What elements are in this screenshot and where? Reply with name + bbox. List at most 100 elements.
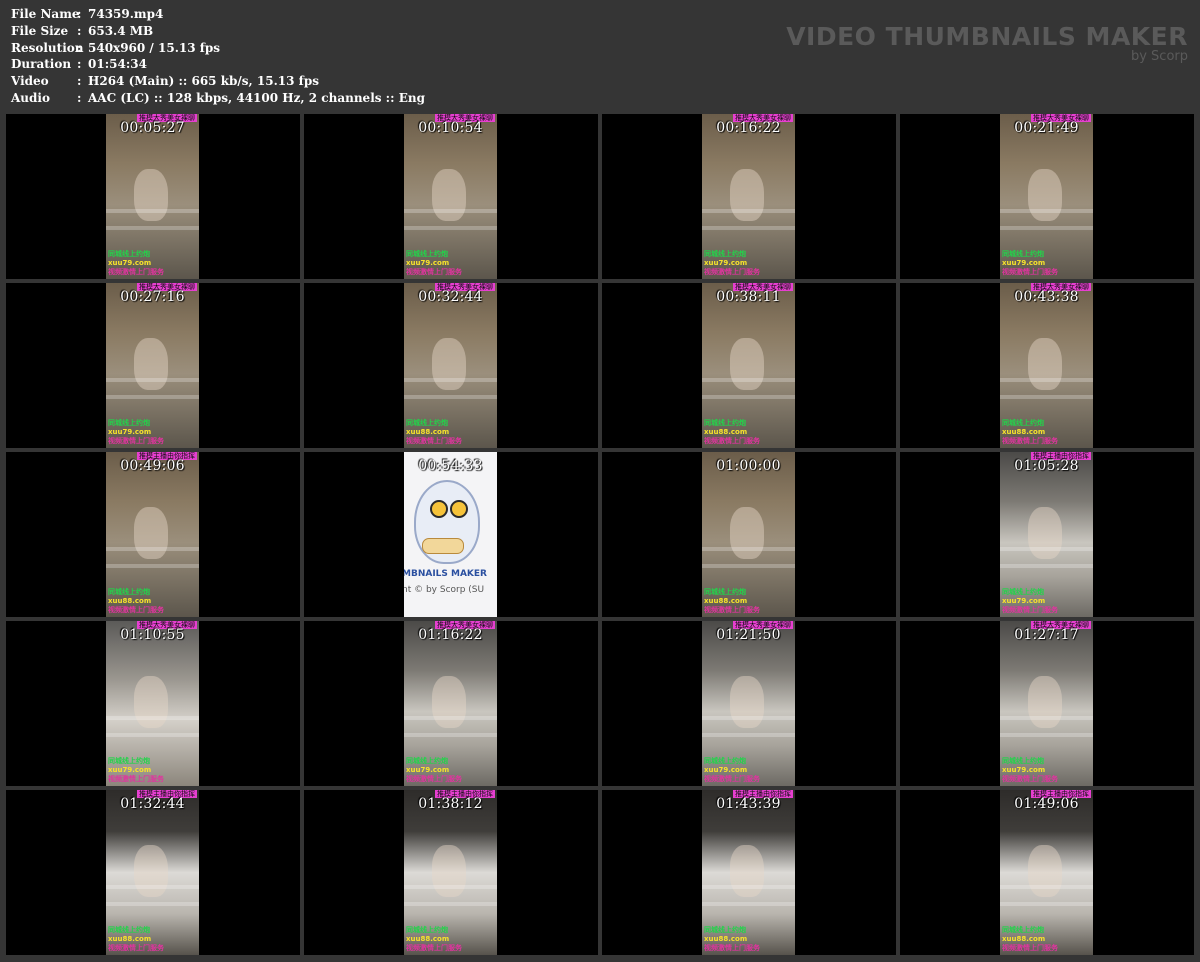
overlay-line-3: 视频激情上门服务: [406, 268, 462, 276]
scene-line: [1000, 226, 1093, 230]
timestamp: 00:16:22: [716, 120, 781, 136]
thumbnail-cell[interactable]: 推模大秀美女裸聊 同城线上约炮 xuu79.com 视频激情上门服务 01:10:55: [6, 621, 300, 786]
video-frame: 推模主播由你指挥 同城线上约炮 xuu88.com 视频激情上门服务 00:49:06: [106, 452, 199, 617]
thumbnail-cell[interactable]: 推模主播由你指挥 同城线上约炮 xuu88.com 视频激情上门服务 00:49:06: [6, 452, 300, 617]
timestamp: 01:21:50: [716, 627, 781, 643]
thumbnail-cell[interactable]: 推模大秀美女裸聊 同城线上约炮 xuu79.com 视频激情上门服务 00:16:22: [602, 114, 896, 279]
scene-line: [106, 733, 199, 737]
scene-line: [702, 226, 795, 230]
info-row: Resolution:540x960 / 15.13 fps: [11, 40, 425, 57]
scene-figure: [134, 845, 168, 897]
thumbnail-cell[interactable]: 推模大秀美女裸聊 同城线上约炮 xuu88.com 视频激情上门服务 00:32:44: [304, 283, 598, 448]
scene-line: [106, 226, 199, 230]
scene-line: [1000, 564, 1093, 568]
thumbnail-cell[interactable]: 推模主播由你指挥 同城线上约炮 xuu88.com 视频激情上门服务 01:49:06: [900, 790, 1194, 955]
thumbnail-cell[interactable]: 推模主播由你指挥 同城线上约炮 xuu88.com 视频激情上门服务 01:43:39: [602, 790, 896, 955]
scene-line: [106, 564, 199, 568]
scene-line: [106, 209, 199, 213]
info-value: 540x960 / 15.13 fps: [88, 40, 221, 55]
scene-line: [106, 547, 199, 551]
overlay-line-3: 视频激情上门服务: [108, 606, 164, 614]
scene-line: [702, 209, 795, 213]
overlay-line-3: 视频激情上门服务: [108, 437, 164, 445]
video-frame: 推模大秀美女裸聊 同城线上约炮 xuu79.com 视频激情上门服务 01:27:17: [1000, 621, 1093, 786]
file-info-panel: File Name:74359.mp4 File Size:653.4 MB Res…: [11, 6, 425, 107]
timestamp: 00:32:44: [418, 289, 483, 305]
thumbnail-cell[interactable]: 推模大秀美女裸聊 同城线上约炮 xuu88.com 视频激情上门服务 00:43:38: [900, 283, 1194, 448]
video-frame: 推模主播由你指挥 同城线上约炮 xuu88.com 视频激情上门服务 01:32:44: [106, 790, 199, 955]
info-separator: :: [77, 90, 82, 105]
info-separator: :: [77, 23, 82, 38]
video-frame: 推模主播由你指挥 同城线上约炮 xuu88.com 视频激情上门服务 01:49:06: [1000, 790, 1093, 955]
scene-figure: [730, 169, 764, 221]
scene-figure: [1028, 169, 1062, 221]
info-label: Duration: [11, 57, 72, 72]
overlay-line-3: 视频激情上门服务: [704, 268, 760, 276]
scene-line: [404, 395, 497, 399]
scene-line: [1000, 378, 1093, 382]
overlay-line-3: 视频激情上门服务: [108, 944, 164, 952]
thumbnail-cell[interactable]: 推模大秀美女裸聊 同城线上约炮 xuu79.com 视频激情上门服务 01:16:22: [304, 621, 598, 786]
scene-figure: [1028, 338, 1062, 390]
overlay-line-3: 视频激情上门服务: [1002, 944, 1058, 952]
scene-line: [1000, 209, 1093, 213]
timestamp: 00:54:33: [418, 458, 483, 474]
overlay-line-3: 视频激情上门服务: [406, 775, 462, 783]
thumbnail-cell[interactable]: 推模大秀美女裸聊 同城线上约炮 xuu79.com 视频激情上门服务 00:27:16: [6, 283, 300, 448]
overlay-line-3: 视频激情上门服务: [108, 775, 164, 783]
thumbnail-cell[interactable]: 推模大秀美女裸聊 同城线上约炮 xuu79.com 视频激情上门服务 01:27:17: [900, 621, 1194, 786]
scene-line: [1000, 547, 1093, 551]
video-frame: 推模主播由你指挥 同城线上约炮 xuu88.com 视频激情上门服务 01:38:12: [404, 790, 497, 955]
info-label: File Size: [11, 23, 69, 38]
owl-eye: [450, 500, 468, 518]
brand-watermark: VIDEO THUMBNAILS MAKER by Scorp: [786, 22, 1188, 64]
overlay-line-3: 视频激情上门服务: [1002, 775, 1058, 783]
timestamp: 01:43:39: [716, 796, 781, 812]
overlay-url: xuu88.com: [704, 428, 748, 436]
thumbnail-cell[interactable]: 推模大秀美女裸聊 同城线上约炮 xuu79.com 视频激情上门服务 01:21:50: [602, 621, 896, 786]
overlay-url: xuu88.com: [1002, 935, 1046, 943]
scene-figure: [134, 507, 168, 559]
scene-line: [1000, 395, 1093, 399]
overlay-line-3: 视频激情上门服务: [704, 437, 760, 445]
timestamp: 01:38:12: [418, 796, 483, 812]
overlay-url: xuu88.com: [704, 597, 748, 605]
overlay-line-1: 同城线上约炮: [704, 250, 746, 258]
scene-line: [106, 716, 199, 720]
timestamp: 01:32:44: [120, 796, 185, 812]
overlay-line-3: 视频激情上门服务: [406, 437, 462, 445]
overlay-url: xuu88.com: [704, 935, 748, 943]
owl-eye: [430, 500, 448, 518]
thumbnail-cell[interactable]: 推模大秀美女裸聊 同城线上约炮 xuu79.com 视频激情上门服务 00:05:27: [6, 114, 300, 279]
info-row: Video: H264 (Main) :: 665 kb/s, 15.13 fps: [11, 73, 425, 90]
info-value: H264 (Main) :: 665 kb/s, 15.13 fps: [88, 74, 319, 89]
thumbnail-cell[interactable]: 推模大秀美女裸聊 同城线上约炮 xuu79.com 视频激情上门服务 00:10:54: [304, 114, 598, 279]
thumbnail-cell[interactable]: 推模主播由你指挥 同城线上约炮 xuu88.com 视频激情上门服务 01:32:44: [6, 790, 300, 955]
thumbnail-cell[interactable]: 推模大秀美女裸聊 同城线上约炮 xuu79.com 视频激情上门服务 00:21:49: [900, 114, 1194, 279]
owl-caption: MBNAILS MAKER: [404, 569, 487, 579]
overlay-line-1: 同城线上约炮: [108, 757, 150, 765]
scene-line: [1000, 716, 1093, 720]
timestamp: 01:10:55: [120, 627, 185, 643]
owl-credit: nt © by Scorp (SU: [404, 585, 485, 595]
thumbnail-grid: 推模大秀美女裸聊 同城线上约炮 xuu79.com 视频激情上门服务 00:05:27 推…: [6, 114, 1194, 955]
overlay-line-1: 同城线上约炮: [1002, 757, 1044, 765]
timestamp: 01:05:28: [1014, 458, 1079, 474]
thumbnail-cell[interactable]: MBNAILS MAKER nt © by Scorp (SU 00:54:33: [304, 452, 598, 617]
thumbnail-cell[interactable]: 推模大秀美女裸聊 同城线上约炮 xuu88.com 视频激情上门服务 00:38:11: [602, 283, 896, 448]
thumbnail-cell[interactable]: 推模主播由你指挥 同城线上约炮 xuu88.com 视频激情上门服务 01:38:12: [304, 790, 598, 955]
overlay-line-3: 视频激情上门服务: [108, 268, 164, 276]
info-row: Audio: AAC (LC) :: 128 kbps, 44100 Hz, 2 …: [11, 90, 425, 107]
thumbnail-cell[interactable]: 推模主播由你指挥 同城线上约炮 xuu79.com 视频激情上门服务 01:05:28: [900, 452, 1194, 617]
video-frame: 推模大秀美女裸聊 同城线上约炮 xuu79.com 视频激情上门服务 01:16:22: [404, 621, 497, 786]
scene-figure: [432, 845, 466, 897]
video-frame: 推模大秀美女裸聊 同城线上约炮 xuu88.com 视频激情上门服务 00:32:44: [404, 283, 497, 448]
overlay-line-1: 同城线上约炮: [1002, 250, 1044, 258]
info-separator: :: [77, 40, 82, 55]
overlay-url: xuu79.com: [108, 259, 152, 267]
overlay-line-1: 同城线上约炮: [704, 419, 746, 427]
timestamp: 00:27:16: [120, 289, 185, 305]
scene-line: [702, 885, 795, 889]
overlay-line-1: 同城线上约炮: [1002, 419, 1044, 427]
thumbnail-cell[interactable]: 同城线上约炮 xuu88.com 视频激情上门服务 01:00:00: [602, 452, 896, 617]
